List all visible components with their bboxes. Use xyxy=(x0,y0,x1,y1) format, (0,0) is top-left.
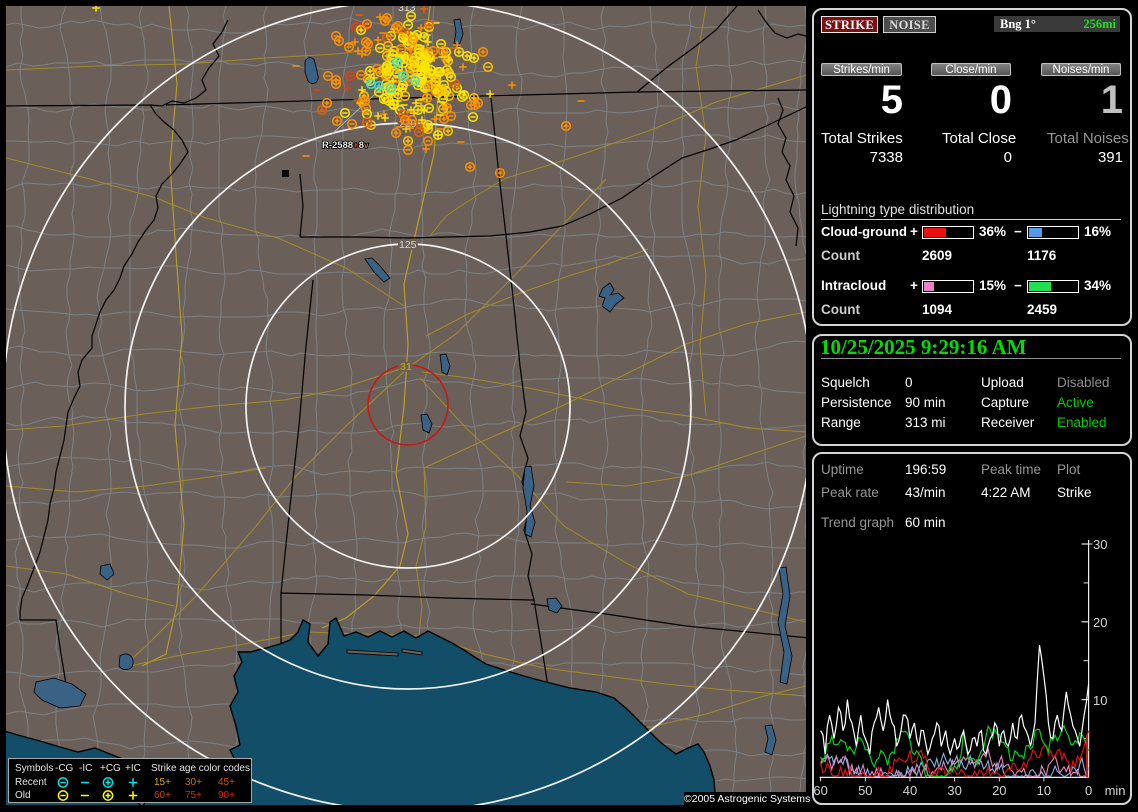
svg-text:40: 40 xyxy=(903,783,917,798)
svg-text:60: 60 xyxy=(813,783,827,798)
svg-text:R-2588+8v: R-2588+8v xyxy=(322,140,369,151)
svg-text:125: 125 xyxy=(399,239,417,251)
svg-text:30: 30 xyxy=(1093,537,1107,552)
svg-text:50: 50 xyxy=(858,783,872,798)
svg-text:10: 10 xyxy=(1037,783,1051,798)
svg-text:min: min xyxy=(1105,783,1126,798)
svg-text:10: 10 xyxy=(1093,693,1107,708)
svg-text:0: 0 xyxy=(1085,783,1092,798)
svg-text:20: 20 xyxy=(1093,615,1107,630)
svg-text:30: 30 xyxy=(947,783,961,798)
svg-text:31: 31 xyxy=(400,361,412,373)
svg-text:20: 20 xyxy=(992,783,1006,798)
